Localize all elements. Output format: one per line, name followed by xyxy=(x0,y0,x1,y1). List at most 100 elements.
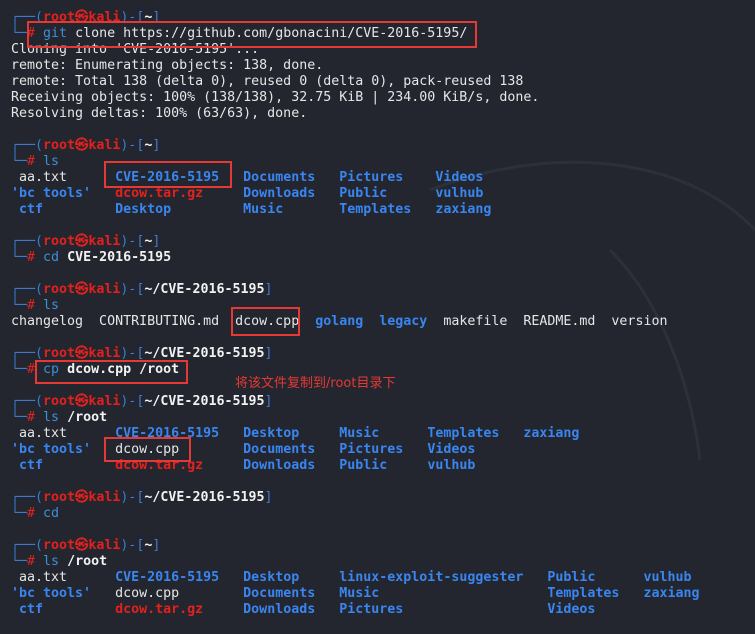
prompt-user-host: root㉿kali xyxy=(43,538,121,553)
prompt-hash: # xyxy=(27,250,44,265)
prompt-path: ~/CVE-2016-5195 xyxy=(144,346,265,361)
directory-entry: Desktop xyxy=(115,202,244,217)
prompt-hash: # xyxy=(27,506,44,521)
directory-entry: Music xyxy=(339,426,428,441)
directory-entry: Documents xyxy=(243,170,340,185)
prompt-frame: )-[ xyxy=(120,138,145,153)
prompt-frame: └─ xyxy=(11,250,28,265)
prompt-frame: )-[ xyxy=(120,394,145,409)
prompt-frame: └─ xyxy=(11,506,28,521)
output-text: aa.txt xyxy=(11,426,116,441)
directory-entry: Templates xyxy=(339,202,436,217)
terminal-line: └─# cd xyxy=(11,506,700,522)
terminal-line: 'bc tools' dcow.tar.gz Downloads Public … xyxy=(11,186,700,202)
directory-entry: Music xyxy=(339,586,548,601)
directory-entry: Pictures xyxy=(339,442,428,457)
command-arg: CVE-2016-5195 xyxy=(67,250,172,265)
terminal-line: ┌──(root㉿kali)-[~] xyxy=(11,138,700,154)
directory-entry: CVE-2016-5195 xyxy=(115,570,244,585)
directory-entry: zaxiang xyxy=(523,426,580,441)
command-name: ls xyxy=(43,410,68,425)
prompt-frame: ] xyxy=(264,282,273,297)
directory-entry: Public xyxy=(339,186,436,201)
terminal-line: Resolving deltas: 100% (63/63), done. xyxy=(11,106,700,122)
directory-entry: vulhub xyxy=(643,570,692,585)
directory-entry: Videos xyxy=(435,170,484,185)
directory-entry: linux-exploit-suggester xyxy=(339,570,548,585)
prompt-hash: # xyxy=(27,154,44,169)
directory-entry: Downloads xyxy=(243,458,340,473)
command-arg: /root xyxy=(67,554,108,569)
terminal-line: ctf dcow.tar.gz Downloads Pictures Video… xyxy=(11,602,700,618)
terminal-line: ┌──(root㉿kali)-[~] xyxy=(11,234,700,250)
directory-entry: Downloads xyxy=(243,186,340,201)
terminal-output[interactable]: ┌──(root㉿kali)-[~] └─# git clone https://… xyxy=(11,10,700,618)
terminal-line: changelog CONTRIBUTING.md dcow.cpp golan… xyxy=(11,314,700,330)
command-name: ls xyxy=(43,298,60,313)
highlight-dcow-cpp xyxy=(231,307,300,336)
command-arg: /root xyxy=(67,410,108,425)
directory-entry: Public xyxy=(547,570,644,585)
terminal-line: Receiving objects: 100% (138/138), 32.75… xyxy=(11,90,700,106)
directory-entry: legacy xyxy=(379,314,444,329)
directory-entry: 'bc tools' xyxy=(11,442,116,457)
terminal-line: ┌──(root㉿kali)-[~/CVE-2016-5195] xyxy=(11,490,700,506)
directory-entry: Videos xyxy=(427,442,476,457)
highlight-cve-dir xyxy=(104,161,232,188)
prompt-hash: # xyxy=(27,410,44,425)
prompt-user-host: root㉿kali xyxy=(43,234,121,249)
prompt-frame: )-[ xyxy=(120,490,145,505)
terminal-line: remote: Enumerating objects: 138, done. xyxy=(11,58,700,74)
directory-entry: golang xyxy=(315,314,380,329)
directory-entry: Downloads xyxy=(243,602,340,617)
prompt-path: ~/CVE-2016-5195 xyxy=(144,282,265,297)
directory-entry: Templates xyxy=(427,426,524,441)
terminal-line: ctf Desktop Music Templates zaxiang xyxy=(11,202,700,218)
terminal-line: ┌──(root㉿kali)-[~] xyxy=(11,538,700,554)
directory-entry: Music xyxy=(243,202,340,217)
directory-entry: Desktop xyxy=(243,570,340,585)
output-text: remote: Enumerating objects: 138, done. xyxy=(11,58,324,73)
prompt-frame: ┌──( xyxy=(11,394,44,409)
prompt-frame: ] xyxy=(264,394,273,409)
prompt-frame: ] xyxy=(264,346,273,361)
prompt-frame: )-[ xyxy=(120,282,145,297)
terminal-line: remote: Total 138 (delta 0), reused 0 (d… xyxy=(11,74,700,90)
directory-entry: Pictures xyxy=(339,170,436,185)
prompt-user-host: root㉿kali xyxy=(43,490,121,505)
terminal-line: └─# cd CVE-2016-5195 xyxy=(11,250,700,266)
directory-entry: Videos xyxy=(547,602,596,617)
command-name: ls xyxy=(43,554,68,569)
output-text: makefile README.md version xyxy=(443,314,668,329)
prompt-hash: # xyxy=(27,298,44,313)
directory-entry: 'bc tools' xyxy=(11,186,116,201)
archive-entry: dcow.tar.gz xyxy=(115,186,244,201)
prompt-frame: ┌──( xyxy=(11,490,44,505)
prompt-frame: )-[ xyxy=(120,538,145,553)
prompt-user-host: root㉿kali xyxy=(43,282,121,297)
prompt-user-host: root㉿kali xyxy=(43,346,121,361)
output-text: dcow.cpp xyxy=(115,586,244,601)
prompt-frame: └─ xyxy=(11,26,28,41)
directory-entry: Documents xyxy=(243,586,340,601)
prompt-hash: # xyxy=(27,554,44,569)
highlight-git-clone xyxy=(27,21,477,48)
terminal-line: └─# ls /root xyxy=(11,410,700,426)
output-text: remote: Total 138 (delta 0), reused 0 (d… xyxy=(11,74,524,89)
directory-entry: zaxiang xyxy=(435,202,492,217)
archive-entry: dcow.tar.gz xyxy=(115,602,244,617)
directory-entry: ctf xyxy=(11,602,116,617)
directory-entry: Templates xyxy=(547,586,644,601)
prompt-frame: ] xyxy=(152,234,161,249)
prompt-frame: ┌──( xyxy=(11,346,44,361)
command-name: ls xyxy=(43,154,60,169)
prompt-frame: )-[ xyxy=(120,234,145,249)
terminal-line: aa.txt CVE-2016-5195 Desktop linux-explo… xyxy=(11,570,700,586)
directory-entry: Documents xyxy=(243,442,340,457)
prompt-frame: ┌──( xyxy=(11,282,44,297)
